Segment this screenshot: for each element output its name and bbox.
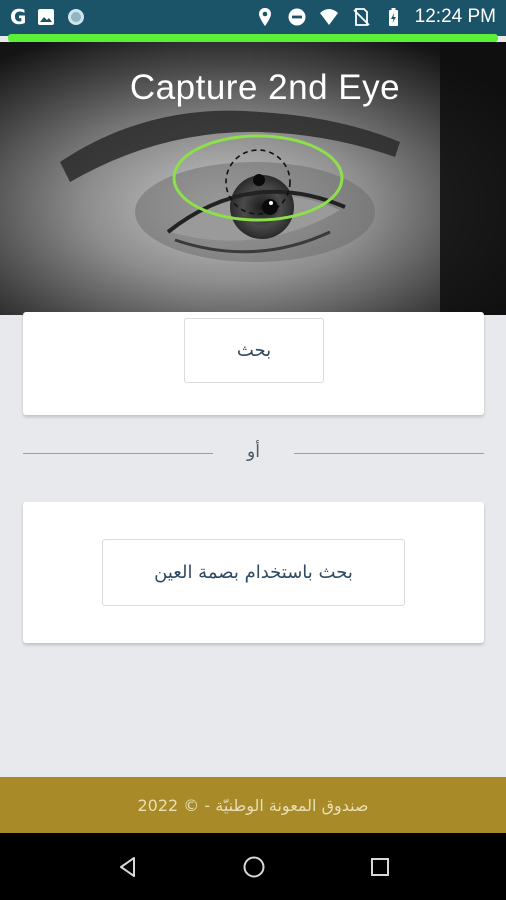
back-icon[interactable] xyxy=(114,853,142,881)
battery-charging-icon xyxy=(388,8,398,26)
do-not-disturb-icon xyxy=(288,8,306,26)
capture-progress-fill xyxy=(8,34,498,42)
wifi-icon xyxy=(319,9,338,25)
search-button[interactable]: بحث xyxy=(184,318,324,383)
iris-search-card: بحث باستخدام بصمة العين xyxy=(23,502,484,643)
circle-app-icon xyxy=(68,9,85,25)
divider-line-right xyxy=(294,453,484,454)
location-icon xyxy=(258,8,271,26)
recents-icon[interactable] xyxy=(366,853,394,881)
google-icon: G xyxy=(10,5,27,29)
iris-search-button[interactable]: بحث باستخدام بصمة العين xyxy=(102,539,405,606)
capture-title: Capture 2nd Eye xyxy=(129,68,401,107)
footer: صندوق المعونة الوطنيّة - © 2022 xyxy=(0,777,506,833)
search-card: بحث xyxy=(23,312,484,415)
capture-progress-bar xyxy=(8,34,498,42)
or-label: أو xyxy=(247,442,260,462)
status-bar: G 12:24 PM xyxy=(0,0,506,36)
no-sim-icon xyxy=(353,8,370,26)
image-icon xyxy=(38,9,55,25)
camera-preview: Capture 2nd Eye xyxy=(0,42,506,315)
navigation-bar xyxy=(0,833,506,900)
footer-text: صندوق المعونة الوطنيّة - © 2022 xyxy=(137,795,369,815)
clock: 12:24 PM xyxy=(414,6,496,27)
or-divider: أو xyxy=(23,440,484,470)
home-icon[interactable] xyxy=(240,853,268,881)
